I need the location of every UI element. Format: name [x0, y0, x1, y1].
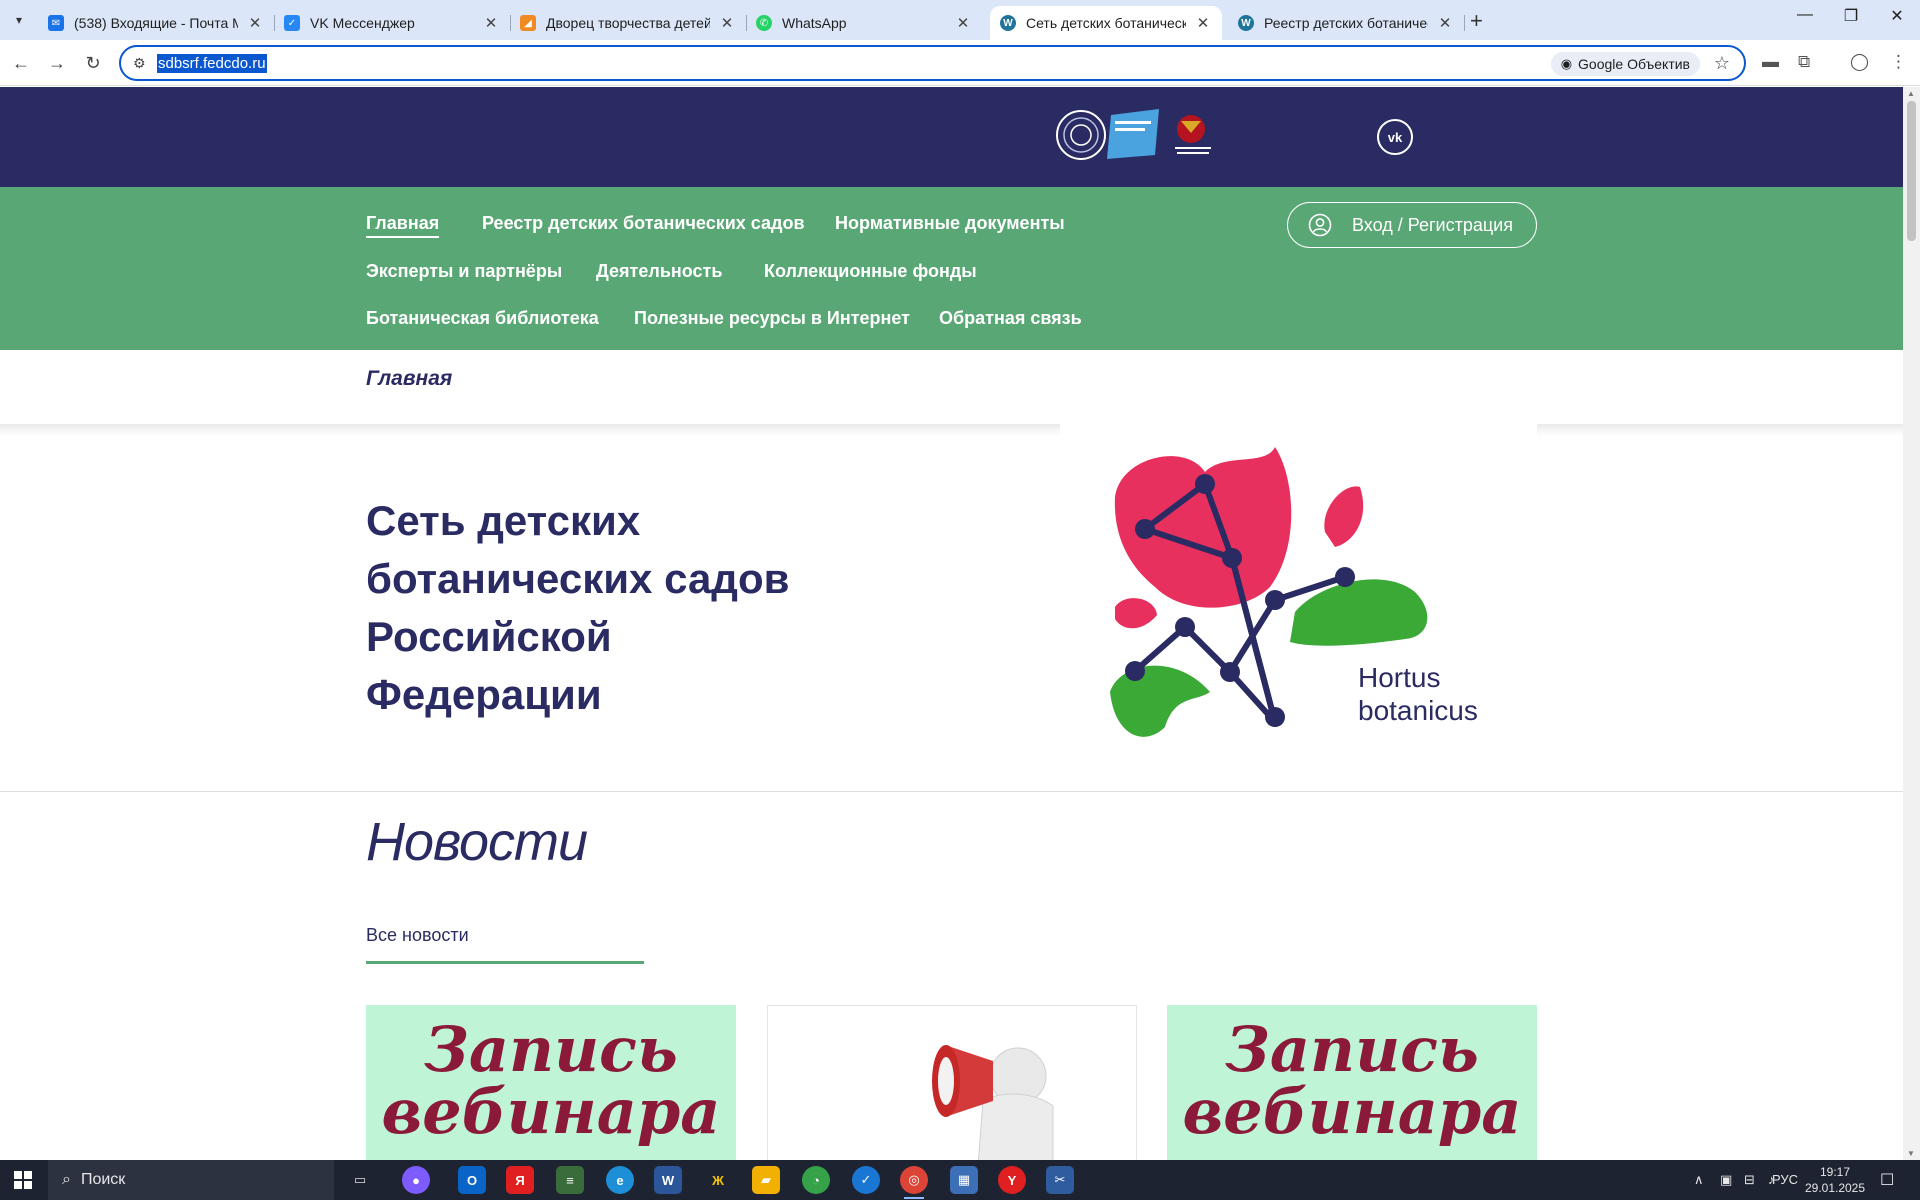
- close-tab-icon[interactable]: ✕: [718, 14, 736, 32]
- close-window-button[interactable]: ✕: [1874, 6, 1920, 26]
- browser-toolbar: ← → ↻ ⚙ sdbsrf.fedcdo.ru ◉ Google Объект…: [0, 40, 1920, 86]
- nav-feedback[interactable]: Обратная связь: [939, 308, 1082, 329]
- nav-library[interactable]: Ботаническая библиотека: [366, 308, 599, 329]
- tab-palace[interactable]: ◢ Дворец творчества детей и м ✕: [510, 6, 747, 40]
- wordpress-icon: W: [1238, 15, 1254, 31]
- assistant-app-icon[interactable]: ●: [402, 1166, 430, 1194]
- back-button[interactable]: ←: [8, 50, 34, 76]
- app-ring-icon[interactable]: ◔: [802, 1166, 830, 1194]
- notifications-icon[interactable]: ☐: [1880, 1170, 1894, 1190]
- nav-registry[interactable]: Реестр детских ботанических садов: [482, 213, 805, 234]
- close-tab-icon[interactable]: ✕: [246, 14, 264, 32]
- nav-resources[interactable]: Полезные ресурсы в Интернет: [634, 308, 910, 329]
- nav-experts[interactable]: Эксперты и партнёры: [366, 261, 562, 282]
- extensions-puzzle-icon[interactable]: ⧉: [1798, 52, 1810, 72]
- scroll-up-icon[interactable]: ▲: [1907, 89, 1915, 98]
- file-explorer-icon[interactable]: ▰: [752, 1166, 780, 1194]
- outlook-icon[interactable]: O: [458, 1166, 486, 1194]
- partner-logos[interactable]: [1055, 107, 1225, 163]
- arrow-left-icon: ←: [12, 52, 30, 73]
- system-clock[interactable]: 19:17 29.01.2025: [1800, 1164, 1870, 1196]
- site-header: vk: [0, 87, 1903, 187]
- word-icon[interactable]: W: [654, 1166, 682, 1194]
- nav-activity[interactable]: Деятельность: [596, 261, 722, 282]
- chevron-down-icon: ▾: [15, 13, 23, 27]
- wordpress-icon: W: [1000, 15, 1016, 31]
- palace-site-icon: ◢: [520, 15, 536, 31]
- arrow-right-icon: →: [48, 52, 66, 73]
- site-info-icon[interactable]: ⚙: [133, 55, 146, 72]
- calculator-icon[interactable]: ▦: [950, 1166, 978, 1194]
- tab-vk-messenger[interactable]: ✓ VK Мессенджер ✕: [274, 6, 511, 40]
- windows-start-button[interactable]: [14, 1171, 32, 1189]
- scroll-down-icon[interactable]: ▼: [1907, 1149, 1915, 1158]
- google-lens-button[interactable]: ◉ Google Объектив: [1550, 52, 1700, 76]
- scrollbar-thumb[interactable]: [1907, 101, 1916, 241]
- camera-tray-icon[interactable]: ▣: [1720, 1172, 1732, 1188]
- whatsapp-icon: ✆: [756, 15, 772, 31]
- megaphone-icon: [932, 1045, 1054, 1160]
- network-icon[interactable]: ⊟: [1744, 1172, 1755, 1188]
- vk-social-icon[interactable]: vk: [1377, 119, 1413, 155]
- profile-avatar-icon[interactable]: ◯: [1850, 52, 1869, 72]
- login-register-button[interactable]: Вход / Регистрация: [1287, 202, 1537, 248]
- news-card[interactable]: Запись вебинара: [1167, 1005, 1537, 1160]
- tab-botanical-network[interactable]: W Сеть детских ботанических са ✕: [990, 6, 1222, 40]
- logo-text-botanicus: botanicus: [1358, 695, 1478, 726]
- bookmark-star-icon[interactable]: ☆: [1714, 53, 1730, 74]
- tab-search-button[interactable]: ▾: [6, 9, 32, 31]
- flag-app-icon[interactable]: ≡: [556, 1166, 584, 1194]
- news-card[interactable]: [767, 1005, 1137, 1160]
- reload-button[interactable]: ↻: [80, 50, 106, 76]
- extension-icon[interactable]: ▬: [1762, 52, 1779, 72]
- tab-mail[interactable]: ✉ (538) Входящие - Почта Mail ✕: [38, 6, 275, 40]
- user-icon: [1308, 213, 1332, 237]
- web-page: vk Главная Реестр детских ботанических с…: [0, 87, 1903, 1160]
- reload-icon: ↻: [85, 52, 101, 73]
- lens-icon: ◉: [1560, 56, 1573, 71]
- restore-button[interactable]: ❐: [1828, 6, 1874, 26]
- all-news-link[interactable]: Все новости: [366, 925, 469, 946]
- windows-taskbar: ⌕ Поиск ▭ ● O Я ≡ e W Ж ▰ ◔ ✓ ◎ ▦ Y ✂ ∧ …: [0, 1160, 1920, 1200]
- nav-collections[interactable]: Коллекционные фонды: [764, 261, 977, 282]
- hero-title: Сеть детских ботанических садов Российск…: [366, 497, 790, 718]
- address-bar[interactable]: ⚙ sdbsrf.fedcdo.ru ◉ Google Объектив ☆: [119, 45, 1746, 81]
- download-app-icon[interactable]: ✓: [852, 1166, 880, 1194]
- screenshot-tool-icon[interactable]: ✂: [1046, 1166, 1074, 1194]
- page-scrollbar[interactable]: ▲ ▼: [1903, 87, 1920, 1160]
- close-tab-icon[interactable]: ✕: [1194, 14, 1212, 32]
- browser-tab-bar: ▾ ✉ (538) Входящие - Почта Mail ✕ ✓ VK М…: [0, 0, 1920, 40]
- breadcrumb: Главная: [366, 367, 453, 390]
- close-tab-icon[interactable]: ✕: [954, 14, 972, 32]
- nav-documents[interactable]: Нормативные документы: [835, 213, 1065, 234]
- tab-botanical-registry[interactable]: W Реестр детских ботанических ✕: [1228, 6, 1465, 40]
- url-text[interactable]: sdbsrf.fedcdo.ru: [157, 54, 267, 73]
- news-card[interactable]: Запись вебинара: [366, 1005, 736, 1160]
- close-tab-icon[interactable]: ✕: [482, 14, 500, 32]
- more-menu-icon[interactable]: ⋮: [1890, 52, 1907, 72]
- task-view-icon[interactable]: ▭: [346, 1166, 374, 1194]
- minimize-button[interactable]: —: [1782, 6, 1828, 24]
- news-section-title: Новости: [366, 812, 588, 872]
- tray-overflow-icon[interactable]: ∧: [1694, 1172, 1704, 1188]
- new-tab-button[interactable]: +: [1470, 8, 1483, 34]
- taskbar-search-box[interactable]: ⌕ Поиск: [48, 1160, 334, 1200]
- main-navigation: Главная Реестр детских ботанических садо…: [0, 187, 1903, 350]
- chrome-icon[interactable]: ◎: [900, 1166, 928, 1194]
- yandex-icon[interactable]: Я: [506, 1166, 534, 1194]
- hortus-botanicus-logo: Hortus botanicus: [1110, 447, 1478, 737]
- app-icon[interactable]: Ж: [704, 1166, 732, 1194]
- forward-button[interactable]: →: [44, 50, 70, 76]
- search-icon: ⌕: [62, 1171, 71, 1188]
- logo-text-hortus: Hortus: [1358, 662, 1440, 693]
- close-tab-icon[interactable]: ✕: [1436, 14, 1454, 32]
- mail-icon: ✉: [48, 15, 64, 31]
- vk-messenger-icon: ✓: [284, 15, 300, 31]
- yandex-browser-icon[interactable]: Y: [998, 1166, 1026, 1194]
- edge-icon[interactable]: e: [606, 1166, 634, 1194]
- nav-home[interactable]: Главная: [366, 213, 440, 238]
- tab-whatsapp[interactable]: ✆ WhatsApp ✕: [746, 6, 982, 40]
- language-indicator[interactable]: РУС: [1772, 1172, 1798, 1187]
